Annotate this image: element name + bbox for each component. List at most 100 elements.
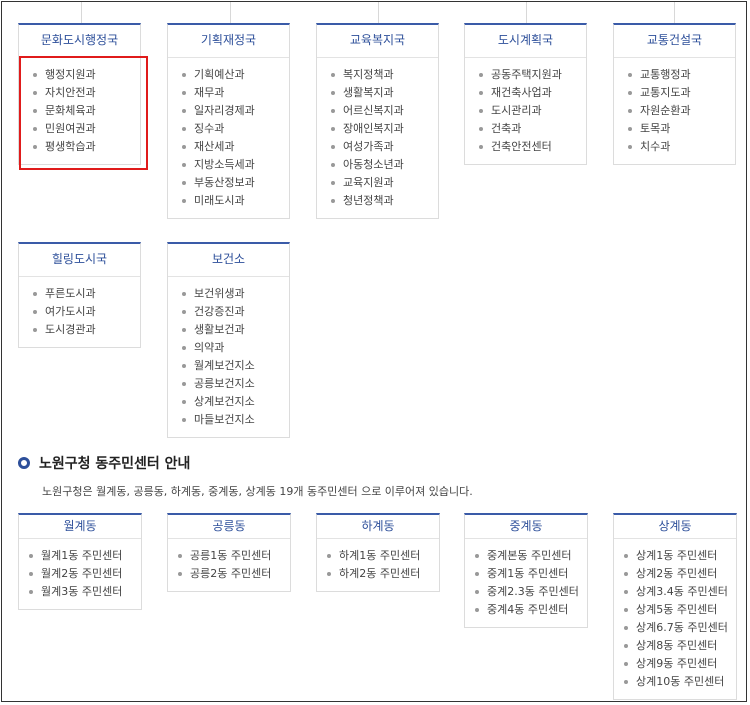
department-item[interactable]: 징수과 xyxy=(182,120,289,138)
department-list: 공동주택지원과 재건축사업과 도시관리과 건축과 건축안전센터 xyxy=(465,58,586,164)
department-item[interactable]: 생활보건과 xyxy=(182,321,289,339)
bureau-card-munhwa: 문화도시행정국 행정지원과 자치안전과 문화체육과 민원여권과 평생학습과 xyxy=(18,23,141,165)
bureau-card-gihoek: 기획재정국 기획예산과 재무과 일자리경제과 징수과 재산세과 지방소득세과 부… xyxy=(167,23,290,219)
center-item[interactable]: 공릉2동 주민센터 xyxy=(178,565,290,583)
center-item[interactable]: 공릉1동 주민센터 xyxy=(178,547,290,565)
department-item[interactable]: 건축안전센터 xyxy=(479,138,586,156)
center-item[interactable]: 상계9동 주민센터 xyxy=(624,655,736,673)
department-item[interactable]: 공릉보건지소 xyxy=(182,375,289,393)
department-item[interactable]: 아동청소년과 xyxy=(331,156,438,174)
department-list: 푸른도시과 여가도시과 도시경관과 xyxy=(19,277,140,347)
connector-line xyxy=(674,2,675,24)
department-item[interactable]: 치수과 xyxy=(628,138,735,156)
center-list: 중계본동 주민센터 중계1동 주민센터 중계2.3동 주민센터 중계4동 주민센… xyxy=(465,539,587,627)
connector-line xyxy=(81,2,82,24)
department-item[interactable]: 기획예산과 xyxy=(182,66,289,84)
department-item[interactable]: 상계보건지소 xyxy=(182,393,289,411)
center-item[interactable]: 상계3.4동 주민센터 xyxy=(624,583,736,601)
center-item[interactable]: 중계4동 주민센터 xyxy=(475,601,587,619)
department-item[interactable]: 재무과 xyxy=(182,84,289,102)
department-item[interactable]: 청년정책과 xyxy=(331,192,438,210)
department-list: 행정지원과 자치안전과 문화체육과 민원여권과 평생학습과 xyxy=(19,58,140,164)
bureau-title[interactable]: 교육복지국 xyxy=(317,25,438,58)
department-item[interactable]: 보건위생과 xyxy=(182,285,289,303)
center-list: 하계1동 주민센터 하계2동 주민센터 xyxy=(317,539,439,591)
department-item[interactable]: 교통지도과 xyxy=(628,84,735,102)
center-item[interactable]: 상계10동 주민센터 xyxy=(624,673,736,691)
center-item[interactable]: 월계1동 주민센터 xyxy=(29,547,141,565)
department-item[interactable]: 부동산정보과 xyxy=(182,174,289,192)
dong-card-gongneung: 공릉동 공릉1동 주민센터 공릉2동 주민센터 xyxy=(167,513,291,592)
department-list: 교통행정과 교통지도과 자원순환과 토목과 치수과 xyxy=(614,58,735,164)
section-description: 노원구청은 월계동, 공릉동, 하계동, 중계동, 상계동 19개 동주민센터 … xyxy=(42,485,473,498)
department-item[interactable]: 장애인복지과 xyxy=(331,120,438,138)
department-item[interactable]: 민원여권과 xyxy=(33,120,140,138)
department-item[interactable]: 일자리경제과 xyxy=(182,102,289,120)
dong-card-junggye: 중계동 중계본동 주민센터 중계1동 주민센터 중계2.3동 주민센터 중계4동… xyxy=(464,513,588,628)
department-item[interactable]: 복지정책과 xyxy=(331,66,438,84)
department-item[interactable]: 자원순환과 xyxy=(628,102,735,120)
department-item[interactable]: 공동주택지원과 xyxy=(479,66,586,84)
department-item[interactable]: 건축과 xyxy=(479,120,586,138)
center-list: 공릉1동 주민센터 공릉2동 주민센터 xyxy=(168,539,290,591)
department-item[interactable]: 재산세과 xyxy=(182,138,289,156)
bureau-title[interactable]: 기획재정국 xyxy=(168,25,289,58)
dong-title[interactable]: 공릉동 xyxy=(168,515,290,539)
department-list: 보건위생과 건강증진과 생활보건과 의약과 월계보건지소 공릉보건지소 상계보건… xyxy=(168,277,289,437)
dong-title[interactable]: 월계동 xyxy=(19,515,141,539)
connector-line xyxy=(378,2,379,24)
department-item[interactable]: 평생학습과 xyxy=(33,138,140,156)
department-item[interactable]: 생활복지과 xyxy=(331,84,438,102)
department-list: 복지정책과 생활복지과 어르신복지과 장애인복지과 여성가족과 아동청소년과 교… xyxy=(317,58,438,218)
dong-title[interactable]: 상계동 xyxy=(614,515,736,539)
center-item[interactable]: 월계3동 주민센터 xyxy=(29,583,141,601)
center-item[interactable]: 월계2동 주민센터 xyxy=(29,565,141,583)
center-item[interactable]: 하계2동 주민센터 xyxy=(327,565,439,583)
center-item[interactable]: 하계1동 주민센터 xyxy=(327,547,439,565)
center-item[interactable]: 중계본동 주민센터 xyxy=(475,547,587,565)
department-item[interactable]: 자치안전과 xyxy=(33,84,140,102)
department-item[interactable]: 문화체육과 xyxy=(33,102,140,120)
center-item[interactable]: 상계5동 주민센터 xyxy=(624,601,736,619)
department-item[interactable]: 재건축사업과 xyxy=(479,84,586,102)
center-item[interactable]: 상계1동 주민센터 xyxy=(624,547,736,565)
center-item[interactable]: 상계8동 주민센터 xyxy=(624,637,736,655)
section-title: 노원구청 동주민센터 안내 xyxy=(39,456,191,472)
department-item[interactable]: 행정지원과 xyxy=(33,66,140,84)
bureau-title[interactable]: 도시계획국 xyxy=(465,25,586,58)
bureau-card-gyotong: 교통건설국 교통행정과 교통지도과 자원순환과 토목과 치수과 xyxy=(613,23,736,165)
org-chart-page: 문화도시행정국 행정지원과 자치안전과 문화체육과 민원여권과 평생학습과 기획… xyxy=(1,1,747,702)
dong-card-sanggye: 상계동 상계1동 주민센터 상계2동 주민센터 상계3.4동 주민센터 상계5동… xyxy=(613,513,737,700)
department-item[interactable]: 마들보건지소 xyxy=(182,411,289,429)
center-item[interactable]: 상계2동 주민센터 xyxy=(624,565,736,583)
department-item[interactable]: 미래도시과 xyxy=(182,192,289,210)
dong-title[interactable]: 중계동 xyxy=(465,515,587,539)
bureau-card-dosi: 도시계획국 공동주택지원과 재건축사업과 도시관리과 건축과 건축안전센터 xyxy=(464,23,587,165)
department-item[interactable]: 어르신복지과 xyxy=(331,102,438,120)
department-item[interactable]: 건강증진과 xyxy=(182,303,289,321)
department-item[interactable]: 여성가족과 xyxy=(331,138,438,156)
dong-title[interactable]: 하계동 xyxy=(317,515,439,539)
department-item[interactable]: 지방소득세과 xyxy=(182,156,289,174)
department-item[interactable]: 교육지원과 xyxy=(331,174,438,192)
department-item[interactable]: 푸른도시과 xyxy=(33,285,140,303)
department-item[interactable]: 월계보건지소 xyxy=(182,357,289,375)
bureau-title[interactable]: 보건소 xyxy=(168,244,289,277)
center-list: 상계1동 주민센터 상계2동 주민센터 상계3.4동 주민센터 상계5동 주민센… xyxy=(614,539,736,699)
department-item[interactable]: 토목과 xyxy=(628,120,735,138)
department-item[interactable]: 의약과 xyxy=(182,339,289,357)
circle-bullet-icon xyxy=(18,457,30,469)
bureau-title[interactable]: 교통건설국 xyxy=(614,25,735,58)
center-item[interactable]: 중계2.3동 주민센터 xyxy=(475,583,587,601)
department-item[interactable]: 여가도시과 xyxy=(33,303,140,321)
department-item[interactable]: 도시경관과 xyxy=(33,321,140,339)
bureau-title[interactable]: 문화도시행정국 xyxy=(19,25,140,58)
dong-card-wolgye: 월계동 월계1동 주민센터 월계2동 주민센터 월계3동 주민센터 xyxy=(18,513,142,610)
center-item[interactable]: 중계1동 주민센터 xyxy=(475,565,587,583)
department-item[interactable]: 도시관리과 xyxy=(479,102,586,120)
dong-card-hagye: 하계동 하계1동 주민센터 하계2동 주민센터 xyxy=(316,513,440,592)
center-item[interactable]: 상계6.7동 주민센터 xyxy=(624,619,736,637)
department-item[interactable]: 교통행정과 xyxy=(628,66,735,84)
center-list: 월계1동 주민센터 월계2동 주민센터 월계3동 주민센터 xyxy=(19,539,141,609)
bureau-title[interactable]: 힐링도시국 xyxy=(19,244,140,277)
